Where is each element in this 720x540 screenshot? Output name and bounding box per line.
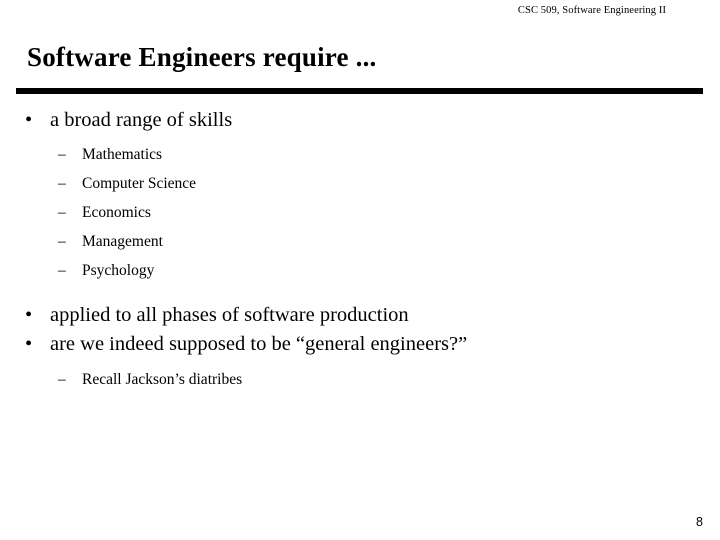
slide: CSC 509, Software Engineering II Softwar… <box>0 0 720 540</box>
sub-bullet-item-computer-science: – Computer Science <box>0 169 720 198</box>
title-divider-rule <box>16 88 703 94</box>
bullet-item-general-engineers: • are we indeed supposed to be “general … <box>0 330 720 359</box>
dash-marker-icon: – <box>58 371 66 388</box>
page-number: 8 <box>696 515 703 529</box>
bullet-label: are we indeed supposed to be “general en… <box>50 333 468 355</box>
bullet-item-applied-phases: • applied to all phases of software prod… <box>0 301 720 330</box>
bullet-marker-icon: • <box>25 304 33 326</box>
course-header-text: CSC 509, Software Engineering II <box>517 5 667 16</box>
sub-bullet-label: Mathematics <box>82 146 163 163</box>
skills-sublist: – Mathematics – Computer Science – Econo… <box>0 140 720 285</box>
dash-marker-icon: – <box>58 175 66 192</box>
sub-bullet-item-jackson-diatribes: – Recall Jackson’s diatribes <box>0 365 720 394</box>
dash-marker-icon: – <box>58 146 66 163</box>
sub-bullet-label: Computer Science <box>82 175 197 192</box>
bullet-label: applied to all phases of software produc… <box>50 304 409 326</box>
bullet-marker-icon: • <box>25 333 33 355</box>
bullet-item-skills: • a broad range of skills <box>0 106 720 135</box>
sub-bullet-item-psychology: – Psychology <box>0 256 720 285</box>
slide-body: • a broad range of skills – Mathematics … <box>0 106 720 394</box>
sub-bullet-item-mathematics: – Mathematics <box>0 140 720 169</box>
bullet-label: a broad range of skills <box>50 109 233 131</box>
bullet-marker-icon: • <box>25 109 33 131</box>
sub-bullet-item-economics: – Economics <box>0 198 720 227</box>
sub-bullet-item-management: – Management <box>0 227 720 256</box>
dash-marker-icon: – <box>58 233 66 250</box>
sub-bullet-label: Management <box>82 233 163 250</box>
dash-marker-icon: – <box>58 204 66 221</box>
slide-header: CSC 509, Software Engineering II <box>0 4 720 17</box>
dash-marker-icon: – <box>58 262 66 279</box>
slide-title: Software Engineers require ... <box>27 42 377 72</box>
sub-bullet-label: Psychology <box>82 262 155 279</box>
sub-bullet-label: Economics <box>82 204 151 221</box>
sub-bullet-label: Recall Jackson’s diatribes <box>82 371 243 388</box>
